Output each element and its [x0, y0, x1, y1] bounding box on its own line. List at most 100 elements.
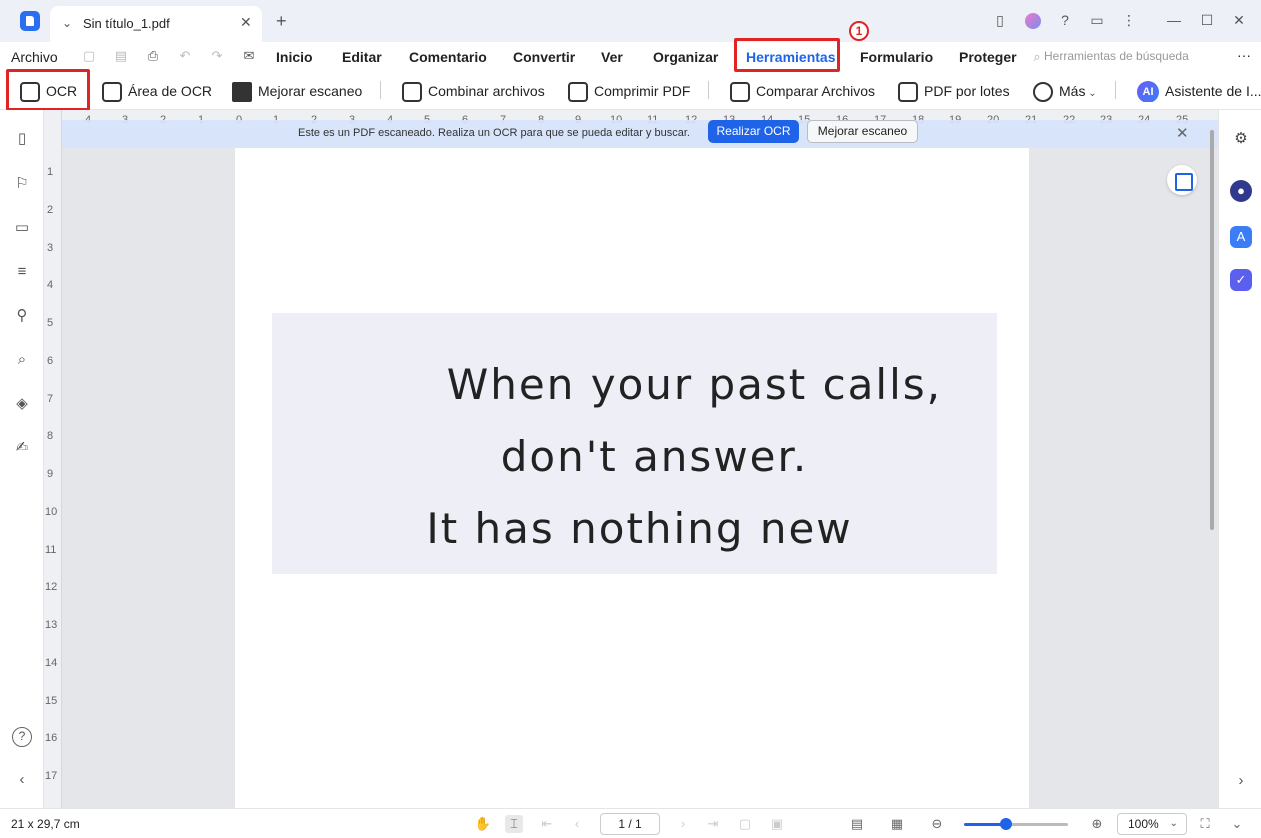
select-tool-icon[interactable]: ⌶: [505, 815, 523, 833]
compress-label: Comprimir PDF: [594, 83, 691, 99]
vertical-scrollbar[interactable]: [1210, 130, 1214, 530]
prev-page-icon[interactable]: ‹: [568, 815, 586, 833]
notice-text: Este es un PDF escaneado. Realiza un OCR…: [298, 127, 690, 139]
menu-inicio[interactable]: Inicio: [276, 49, 313, 65]
ruler-number: 10: [45, 506, 58, 518]
maximize-button[interactable]: ☐: [1197, 10, 1217, 30]
menu-archivo[interactable]: Archivo: [11, 49, 58, 65]
expand-status-icon[interactable]: ⌄: [1228, 815, 1246, 833]
menu-organizar[interactable]: Organizar: [653, 49, 718, 65]
document-canvas[interactable]: When your past calls, don't answer. It h…: [44, 110, 1218, 808]
document-tab[interactable]: ⌄ Sin título_1.pdf ✕: [50, 6, 262, 42]
fullscreen-icon[interactable]: ⛶: [1196, 815, 1214, 833]
settings-sliders-icon[interactable]: ⚙: [1230, 128, 1252, 150]
enhance-scan-button[interactable]: Mejorar escaneo: [232, 80, 362, 103]
compare-files-button[interactable]: Comparar Archivos: [730, 80, 875, 103]
ruler-number: 4: [47, 279, 54, 291]
close-window-button[interactable]: ✕: [1229, 10, 1249, 30]
area-ocr-button[interactable]: Área de OCR: [102, 80, 213, 103]
scan-line-2: don't answer.: [500, 432, 809, 481]
new-tab-button[interactable]: +: [276, 11, 287, 32]
stack-icon[interactable]: ◈: [12, 394, 32, 414]
view-mode-icon[interactable]: ▦: [888, 815, 906, 833]
minimize-button[interactable]: —: [1164, 10, 1184, 30]
signature-icon[interactable]: ✍: [12, 438, 32, 458]
scanned-text: When your past calls, don't answer. It h…: [272, 349, 997, 565]
collapse-left-icon[interactable]: ‹: [12, 770, 32, 790]
scan-line-1: When your past calls,: [446, 360, 942, 409]
toolbar-divider: [380, 81, 381, 99]
feedback-icon[interactable]: ▭: [1087, 10, 1107, 30]
hand-tool-icon[interactable]: ✋: [474, 815, 492, 833]
more-label: Más: [1059, 83, 1086, 99]
save-icon[interactable]: ▢: [80, 47, 98, 65]
area-ocr-icon: [102, 82, 122, 103]
save-as-icon[interactable]: ▤: [112, 47, 130, 65]
tab-title: Sin título_1.pdf: [83, 16, 170, 31]
ruler-number: 2: [47, 204, 54, 216]
fit-page-icon[interactable]: ▢: [736, 815, 754, 833]
avatar[interactable]: [1023, 10, 1043, 30]
help-icon[interactable]: ?: [12, 727, 32, 747]
menu-proteger[interactable]: Proteger: [959, 49, 1017, 65]
ai-assistant-button[interactable]: AI Asistente de I...: [1137, 80, 1261, 102]
redo-icon[interactable]: ↷: [208, 47, 226, 65]
chevron-down-icon[interactable]: ⌄: [62, 16, 72, 30]
rotate-icon[interactable]: ▣: [768, 815, 786, 833]
scanned-image: When your past calls, don't answer. It h…: [272, 313, 997, 574]
layers-list-icon[interactable]: ≡: [12, 262, 32, 282]
ruler-number: 1: [47, 166, 54, 178]
status-bar: 21 x 29,7 cm ✋ ⌶ ⇤ ‹ 1 / 1 › ⇥ ▢ ▣ ▤ ▦ ⊖…: [0, 808, 1261, 838]
zoom-in-icon[interactable]: ⊕: [1088, 815, 1106, 833]
batch-pdf-button[interactable]: PDF por lotes: [898, 80, 1010, 103]
print-icon[interactable]: ⎙: [144, 47, 162, 65]
menu-convertir[interactable]: Convertir: [513, 49, 575, 65]
toolbar-divider: [1115, 81, 1116, 99]
scanned-pdf-notice: Este es un PDF escaneado. Realiza un OCR…: [62, 120, 1218, 148]
next-page-icon[interactable]: ›: [674, 815, 692, 833]
tool-search-input[interactable]: Herramientas de búsqueda: [1044, 49, 1189, 63]
left-sidebar: ▯ ⚐ ▭ ≡ ⚲ ⌕ ◈ ✍ ? ‹: [0, 110, 44, 808]
close-tab-icon[interactable]: ✕: [240, 14, 252, 31]
zoom-slider-knob[interactable]: [999, 818, 1012, 830]
translate-icon[interactable]: A: [1230, 226, 1252, 248]
menu-ver[interactable]: Ver: [601, 49, 623, 65]
page-layout-icon[interactable]: ▤: [848, 815, 866, 833]
page-view-float-button[interactable]: [1167, 165, 1197, 195]
more-tools-button[interactable]: Más ⌄: [1033, 80, 1097, 103]
step-badge-1: 1: [849, 21, 869, 41]
attachment-icon[interactable]: ⚲: [12, 306, 32, 326]
perform-ocr-button[interactable]: Realizar OCR: [708, 120, 799, 143]
help-icon[interactable]: ?: [1055, 10, 1075, 30]
vertical-ruler: 1 2 3 4 5 6 7 8 9 10 11 12 13 14 15 16 1…: [44, 110, 62, 808]
zoom-level-select[interactable]: 100% ⌄: [1117, 813, 1187, 835]
zoom-out-icon[interactable]: ⊖: [928, 815, 946, 833]
batch-icon: [898, 82, 918, 103]
more-vertical-icon[interactable]: ⋮: [1119, 10, 1139, 30]
ai-assistant-label: Asistente de I...: [1165, 83, 1261, 99]
comment-icon[interactable]: ▭: [12, 218, 32, 238]
checklist-icon[interactable]: ✓: [1230, 269, 1252, 291]
undo-icon[interactable]: ↶: [176, 47, 194, 65]
last-page-icon[interactable]: ⇥: [704, 815, 722, 833]
page-icon[interactable]: ▯: [12, 129, 32, 149]
search-icon[interactable]: ⌕: [12, 350, 32, 370]
bookmark-icon[interactable]: ⚐: [12, 174, 32, 194]
mail-icon[interactable]: ✉: [240, 47, 258, 65]
collapse-right-icon[interactable]: ›: [1230, 770, 1252, 792]
first-page-icon[interactable]: ⇤: [538, 815, 556, 833]
page-number-input[interactable]: 1 / 1: [600, 813, 660, 835]
menu-comentario[interactable]: Comentario: [409, 49, 487, 65]
pdf-page: When your past calls, don't answer. It h…: [235, 148, 1029, 808]
area-ocr-label: Área de OCR: [128, 83, 213, 99]
combine-files-button[interactable]: Combinar archivos: [402, 80, 545, 103]
compress-pdf-button[interactable]: Comprimir PDF: [568, 80, 691, 103]
zoom-slider[interactable]: [964, 818, 1068, 830]
menu-formulario[interactable]: Formulario: [860, 49, 933, 65]
more-menu-icon[interactable]: ···: [1237, 47, 1251, 63]
enhance-scan-notice-button[interactable]: Mejorar escaneo: [807, 120, 918, 143]
close-notice-icon[interactable]: ✕: [1176, 124, 1189, 142]
ai-bot-icon[interactable]: ●: [1230, 180, 1252, 202]
menu-editar[interactable]: Editar: [342, 49, 382, 65]
device-icon[interactable]: ▯: [990, 10, 1010, 30]
